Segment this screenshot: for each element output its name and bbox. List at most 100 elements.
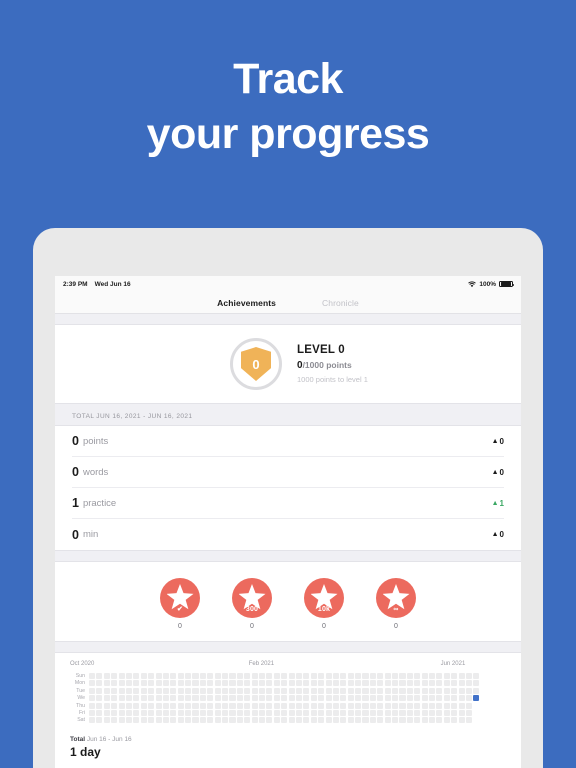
heatmap-cell[interactable] (369, 680, 376, 687)
heatmap-cell[interactable] (347, 680, 354, 687)
heatmap-cell[interactable] (451, 680, 458, 687)
heatmap-cell[interactable] (451, 709, 458, 717)
heatmap-cell[interactable] (303, 695, 310, 702)
heatmap-cell[interactable] (185, 695, 192, 702)
heatmap-cell[interactable] (428, 695, 436, 702)
heatmap-cell[interactable] (347, 709, 354, 717)
heatmap-cell[interactable] (384, 709, 391, 717)
heatmap-cell[interactable] (295, 717, 303, 724)
heatmap-cell[interactable] (192, 709, 199, 717)
heatmap-cell[interactable] (281, 702, 288, 709)
heatmap-cell[interactable] (288, 687, 295, 694)
heatmap-cell[interactable] (303, 709, 310, 717)
heatmap-cell[interactable] (392, 702, 399, 709)
heatmap-cell[interactable] (185, 687, 192, 694)
heatmap-cell[interactable] (443, 687, 450, 694)
achievement-badge-check[interactable]: ✔ 0 (160, 578, 200, 630)
heatmap-cell[interactable] (332, 695, 339, 702)
heatmap-cell[interactable] (340, 680, 347, 687)
heatmap-cell[interactable] (362, 695, 369, 702)
heatmap-cell[interactable] (377, 702, 384, 709)
heatmap-cell[interactable] (236, 695, 243, 702)
heatmap-cell[interactable] (103, 680, 110, 687)
heatmap-cell[interactable] (118, 695, 125, 702)
heatmap-cell[interactable] (162, 695, 169, 702)
heatmap-cell[interactable] (303, 702, 310, 709)
heatmap-cell[interactable] (118, 680, 125, 687)
heatmap-cell[interactable] (355, 687, 362, 694)
heatmap-cell[interactable] (340, 709, 347, 717)
heatmap-cell[interactable] (236, 709, 243, 717)
heatmap-cell[interactable] (207, 702, 214, 709)
heatmap-cell[interactable] (325, 673, 332, 680)
heatmap-cell[interactable] (436, 673, 443, 680)
heatmap-cell[interactable] (332, 702, 339, 709)
heatmap-cell[interactable] (199, 709, 206, 717)
heatmap-cell[interactable] (451, 673, 458, 680)
heatmap-cell[interactable] (392, 709, 399, 717)
heatmap-cell[interactable] (214, 709, 221, 717)
heatmap-cell[interactable] (118, 687, 125, 694)
heatmap-cell[interactable] (399, 680, 406, 687)
heatmap-cell[interactable] (436, 680, 443, 687)
heatmap-cell[interactable] (251, 709, 258, 717)
heatmap-cell[interactable] (428, 709, 436, 717)
heatmap-cell[interactable] (458, 702, 465, 709)
heatmap-cell[interactable] (436, 687, 443, 694)
heatmap-cell[interactable] (377, 695, 384, 702)
heatmap-cell[interactable] (303, 717, 310, 724)
heatmap-cell[interactable] (207, 709, 214, 717)
heatmap-cell[interactable] (140, 717, 147, 724)
heatmap-cell[interactable] (118, 673, 125, 680)
heatmap-cell[interactable] (258, 673, 266, 680)
heatmap-cell[interactable] (229, 717, 236, 724)
heatmap-cell[interactable] (406, 702, 413, 709)
heatmap-cell[interactable] (288, 695, 295, 702)
heatmap-cell[interactable] (266, 680, 273, 687)
heatmap-cell[interactable] (465, 673, 473, 680)
heatmap-cell[interactable] (140, 687, 147, 694)
heatmap-cell[interactable] (414, 673, 421, 680)
heatmap-cell[interactable] (310, 717, 317, 724)
heatmap-cell[interactable] (89, 709, 96, 717)
heatmap-cell[interactable] (118, 709, 125, 717)
heatmap-cell[interactable] (406, 673, 413, 680)
heatmap-cell[interactable] (229, 709, 236, 717)
heatmap-cell[interactable] (192, 717, 199, 724)
heatmap-cell[interactable] (125, 709, 133, 717)
heatmap-cell[interactable] (162, 673, 169, 680)
heatmap-cell[interactable] (266, 695, 273, 702)
tab-achievements[interactable]: Achievements (217, 298, 276, 308)
heatmap-cell[interactable] (436, 695, 443, 702)
heatmap-cell[interactable] (273, 702, 280, 709)
heatmap-cell[interactable] (244, 673, 251, 680)
heatmap-cell[interactable] (148, 702, 155, 709)
heatmap-cell[interactable] (310, 709, 317, 717)
heatmap-cell[interactable] (214, 717, 221, 724)
heatmap-cell[interactable] (310, 687, 317, 694)
heatmap-cell[interactable] (207, 673, 214, 680)
heatmap-cell[interactable] (473, 703, 479, 709)
heatmap-cell[interactable] (148, 687, 155, 694)
heatmap-cell[interactable] (436, 702, 443, 709)
heatmap-cell[interactable] (399, 717, 406, 724)
heatmap-cell[interactable] (111, 702, 118, 709)
heatmap-cell[interactable] (362, 709, 369, 717)
heatmap-cell[interactable] (177, 702, 184, 709)
heatmap-cell[interactable] (155, 673, 162, 680)
heatmap-cell[interactable] (281, 717, 288, 724)
heatmap-cell[interactable] (303, 687, 310, 694)
heatmap-cell[interactable] (170, 687, 177, 694)
heatmap-cell[interactable] (89, 673, 96, 680)
heatmap-cell[interactable] (192, 695, 199, 702)
heatmap-cell[interactable] (177, 680, 184, 687)
heatmap-cell[interactable] (258, 702, 266, 709)
heatmap-cell[interactable] (406, 709, 413, 717)
heatmap-cell[interactable] (170, 717, 177, 724)
heatmap-cell[interactable] (458, 673, 465, 680)
heatmap-cell[interactable] (273, 687, 280, 694)
heatmap-cell[interactable] (384, 695, 391, 702)
heatmap-cell[interactable] (177, 673, 184, 680)
heatmap-cell[interactable] (295, 673, 303, 680)
heatmap-cell[interactable] (258, 680, 266, 687)
